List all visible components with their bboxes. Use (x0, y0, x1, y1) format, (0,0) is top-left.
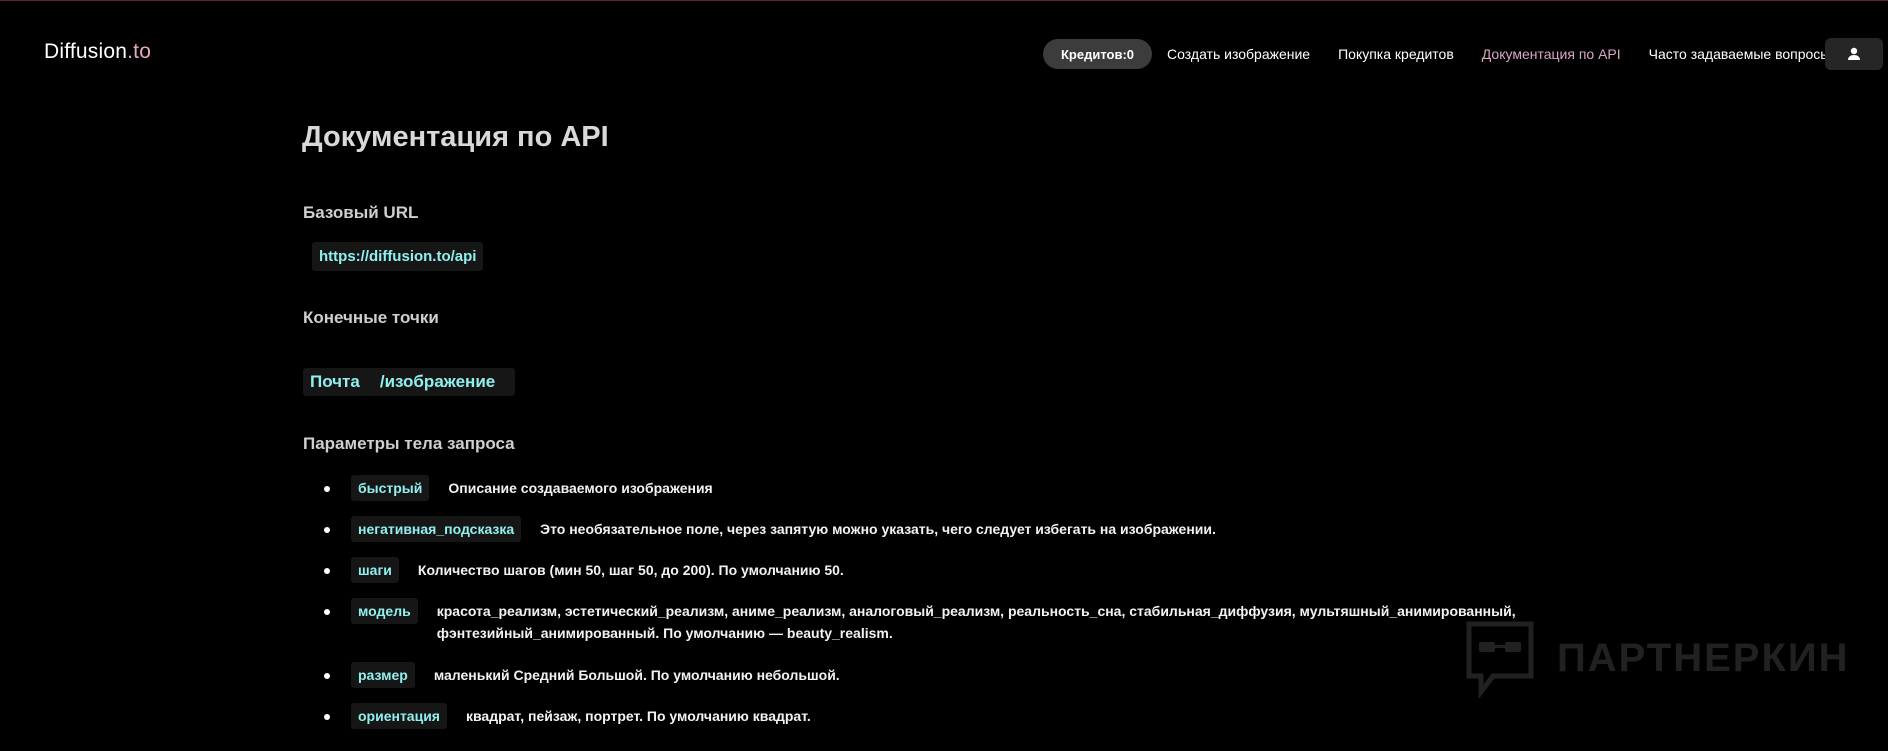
list-item: ориентация квадрат, пейзаж, портрет. По … (302, 703, 1602, 729)
bullet (324, 609, 330, 615)
user-icon (1848, 47, 1860, 60)
param-description: красота_реализм, эстетический_реализм, а… (436, 603, 1516, 641)
page-title: Документация по API (302, 121, 609, 153)
base-url-code: https://diffusion.to/api (312, 242, 484, 271)
logo[interactable]: Diffusion.to (44, 40, 151, 64)
list-item: модель красота_реализм, эстетический_реа… (302, 598, 1602, 644)
list-item: шаги Количество шагов (мин 50, шаг 50, д… (302, 557, 1602, 583)
param-description: маленький Средний Большой. По умолчанию … (433, 667, 840, 683)
endpoint-code: Почта /изображение (303, 368, 516, 396)
credits-badge[interactable]: Кредитов:0 (1043, 39, 1153, 69)
endpoint-method: Почта (310, 372, 360, 391)
watermark-text: ПАРТНЕРКИН (1557, 635, 1850, 680)
param-description: квадрат, пейзаж, портрет. По умолчанию к… (465, 708, 811, 724)
nav-faq[interactable]: Часто задаваемые вопросы (1649, 46, 1831, 62)
param-description: Это необязательное поле, через запятую м… (540, 521, 1216, 537)
list-item: быстрый Описание создаваемого изображени… (302, 475, 1602, 501)
top-border-line (0, 0, 1888, 1)
nav-api-docs[interactable]: Документация по API (1482, 46, 1621, 62)
params-heading: Параметры тела запроса (303, 434, 515, 453)
base-url-heading: Базовый URL (303, 203, 419, 222)
list-item: размер маленький Средний Большой. По умо… (302, 662, 1602, 688)
bullet (324, 673, 330, 679)
watermark: ПАРТНЕРКИН (1463, 618, 1850, 698)
endpoint-path: /изображение (379, 372, 496, 391)
param-name: негативная_подсказка (351, 516, 522, 542)
nav-buy-credits[interactable]: Покупка кредитов (1338, 46, 1454, 62)
top-nav: Кредитов:0 Создать изображение Покупка к… (1043, 39, 1843, 69)
chat-bubble-glasses-icon (1466, 621, 1534, 698)
param-name: шаги (351, 557, 399, 583)
param-description: Описание создаваемого изображения (448, 480, 713, 496)
logo-text-domain: .to (127, 40, 152, 63)
bullet (324, 568, 330, 574)
bullet (324, 714, 330, 720)
param-description: Количество шагов (мин 50, шаг 50, до 200… (417, 562, 844, 578)
list-item: негативная_подсказка Это необязательное … (302, 516, 1602, 542)
param-name: ориентация (351, 703, 447, 729)
user-menu-button[interactable] (1825, 38, 1883, 70)
nav-create-image[interactable]: Создать изображение (1167, 46, 1310, 62)
bullet (324, 527, 330, 533)
param-name: размер (351, 662, 415, 688)
param-name: быстрый (351, 475, 430, 501)
endpoints-heading: Конечные точки (303, 308, 439, 327)
logo-text-main: Diffusion (44, 40, 128, 63)
bullet (324, 486, 330, 492)
param-name: модель (351, 598, 418, 624)
